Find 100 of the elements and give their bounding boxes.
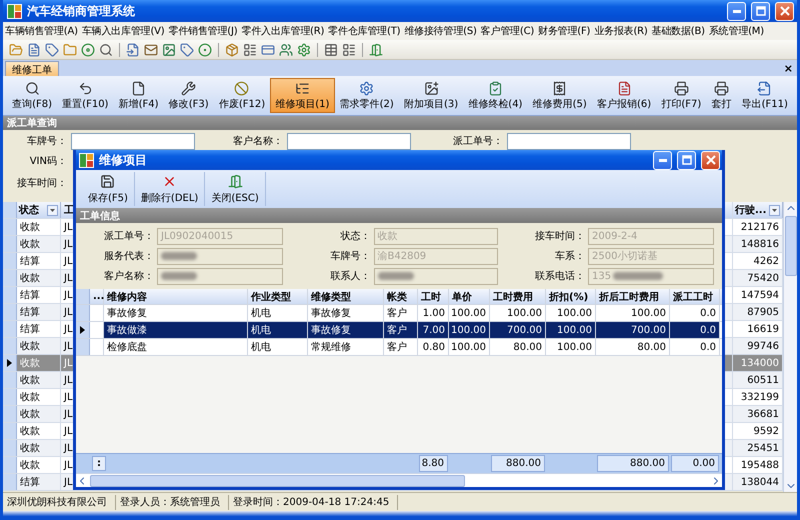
folder-icon[interactable] [63, 42, 77, 56]
column-header[interactable]: 折扣(%) [546, 289, 596, 304]
input-field[interactable] [71, 132, 195, 150]
text-field[interactable] [374, 268, 498, 284]
column-header[interactable]: 状态 [19, 203, 39, 217]
menu-item[interactable]: 客户管理(C) [480, 24, 534, 38]
ban-icon [234, 80, 250, 96]
disc-icon[interactable] [81, 42, 95, 56]
toolbar-button[interactable]: 删除行(DEL) [134, 172, 206, 206]
menu-item[interactable]: 零件入出库管理(R) [241, 24, 324, 38]
toolbar-button[interactable]: 查询(F8) [7, 78, 58, 113]
document-icon[interactable] [27, 42, 41, 56]
document-tab[interactable]: 维修工单 [5, 61, 59, 76]
column-header[interactable]: 行驶... [735, 203, 766, 217]
toolbar-button[interactable]: 客户报销(6) [592, 78, 656, 113]
toolbar-button[interactable]: 打印(F7) [656, 78, 706, 113]
tag-icon[interactable] [180, 42, 194, 56]
menu-item[interactable]: 财务管理(F) [538, 24, 590, 38]
column-header[interactable]: 维修类型 [308, 289, 384, 304]
toolbar-button[interactable]: 套打 [706, 78, 737, 113]
table-cell: 收款 [17, 389, 61, 405]
toolbar-button[interactable]: 作废(F12) [214, 78, 270, 113]
menu-item[interactable]: 车辆入出库管理(V) [82, 24, 164, 38]
column-header[interactable]: 折后工时费用 [596, 289, 670, 304]
table-cell: 7.00 [418, 322, 449, 338]
maximize-button[interactable] [677, 150, 696, 170]
menu-item[interactable]: 零件销售管理(J) [168, 24, 238, 38]
card-icon[interactable] [261, 42, 275, 56]
column-header[interactable]: 帐类 [384, 289, 418, 304]
text-field[interactable] [157, 248, 283, 264]
envelope-icon[interactable] [144, 42, 158, 56]
toolbar-button[interactable]: 关闭(ESC) [205, 172, 266, 206]
text-field[interactable] [157, 268, 283, 284]
table-row[interactable]: 事故修复 机电 事故修复 客户 1.00 100.00 100.00 100.00 100.00 0.0 [76, 305, 722, 322]
document-icon[interactable] [126, 42, 140, 56]
row-header[interactable] [76, 322, 90, 338]
toolbar-button[interactable]: 需求零件(2) [334, 78, 399, 113]
scrollbar-thumb[interactable] [784, 216, 796, 276]
minimize-button[interactable] [653, 150, 672, 170]
filter-icon[interactable] [47, 204, 58, 216]
scrollbar[interactable] [76, 473, 722, 487]
toolbar-button[interactable]: 导出(F11) [736, 78, 793, 113]
menu-item[interactable]: 车辆销售管理(A) [5, 24, 78, 38]
printer-icon [674, 80, 689, 96]
tag-icon[interactable] [45, 42, 59, 56]
menu-item[interactable]: 业务报表(R) [594, 24, 648, 38]
menu-item[interactable]: 零件仓库管理(T) [328, 24, 400, 38]
folder-icon[interactable] [9, 42, 23, 56]
toolbar-button[interactable]: 维修费用(5) [528, 78, 592, 113]
input-field[interactable] [287, 132, 411, 150]
footer-button[interactable]: : [92, 456, 106, 471]
column-header[interactable]: ... [90, 289, 104, 304]
menu-item[interactable]: 维修接待管理(S) [404, 24, 477, 38]
list-icon[interactable] [342, 42, 356, 56]
door-icon[interactable] [369, 42, 383, 56]
toolbar-button[interactable]: 保存(F5) [82, 172, 135, 206]
list-icon[interactable] [243, 42, 257, 56]
people-icon[interactable] [279, 42, 293, 56]
document-icon [616, 80, 632, 96]
column-header[interactable]: 派工工时 [670, 289, 720, 304]
menu-item[interactable]: 系统管理(M) [708, 24, 764, 38]
toolbar-button[interactable]: 重置(F10) [57, 78, 114, 113]
row-header[interactable] [3, 355, 17, 371]
toolbar-button[interactable]: 附加项目(3) [398, 78, 464, 113]
box-icon[interactable] [225, 42, 239, 56]
column-header[interactable]: 工时费用 [490, 289, 546, 304]
circle-icon[interactable] [198, 42, 212, 56]
toolbar-button[interactable]: 新增(F4) [114, 78, 164, 113]
field-label: 联系人： [330, 270, 370, 283]
table-row[interactable]: 事故做漆 机电 事故修复 客户 7.00 100.00 700.00 100.00 700.00 0.0 [76, 322, 722, 339]
settings-icon[interactable] [297, 42, 311, 56]
column-header[interactable]: 单价 [449, 289, 490, 304]
total-cell: 880.00 [491, 455, 545, 472]
toolbar-button[interactable]: 维修项目(1) [270, 78, 335, 113]
toolbar-button[interactable]: 维修终检(4) [463, 78, 528, 113]
table-row[interactable]: 检修底盘 机电 常规维修 客户 0.80 100.00 80.00 100.00 80.00 0.0 [76, 339, 722, 356]
scrollbar[interactable] [783, 202, 797, 492]
close-icon [706, 155, 716, 165]
table-cell: 收款 [17, 457, 61, 473]
field-label: 派工单号： [103, 230, 154, 243]
search-icon[interactable] [99, 42, 113, 56]
input-field[interactable] [507, 132, 631, 150]
column-header[interactable]: 作业类型 [248, 289, 308, 304]
table-icon[interactable] [324, 42, 338, 56]
image-icon[interactable] [162, 42, 176, 56]
status-text: 深圳优朗科技有限公司 [3, 494, 116, 510]
close-tab-button[interactable]: × [784, 62, 793, 74]
close-button[interactable] [775, 2, 794, 20]
filter-icon[interactable] [769, 204, 780, 216]
table-cell: 100.00 [546, 339, 596, 355]
close-button[interactable] [701, 150, 720, 170]
menu-item[interactable]: 基础数据(B) [652, 24, 705, 38]
minimize-button[interactable] [727, 2, 746, 20]
logo-icon [7, 4, 22, 18]
maximize-button[interactable] [751, 2, 770, 20]
column-header[interactable]: 工时 [418, 289, 449, 304]
toolbar-button[interactable]: 修改(F3) [164, 78, 214, 113]
list-icon [294, 80, 310, 96]
column-header[interactable]: 维修内容 [104, 289, 248, 304]
scrollbar-thumb[interactable] [90, 474, 465, 486]
